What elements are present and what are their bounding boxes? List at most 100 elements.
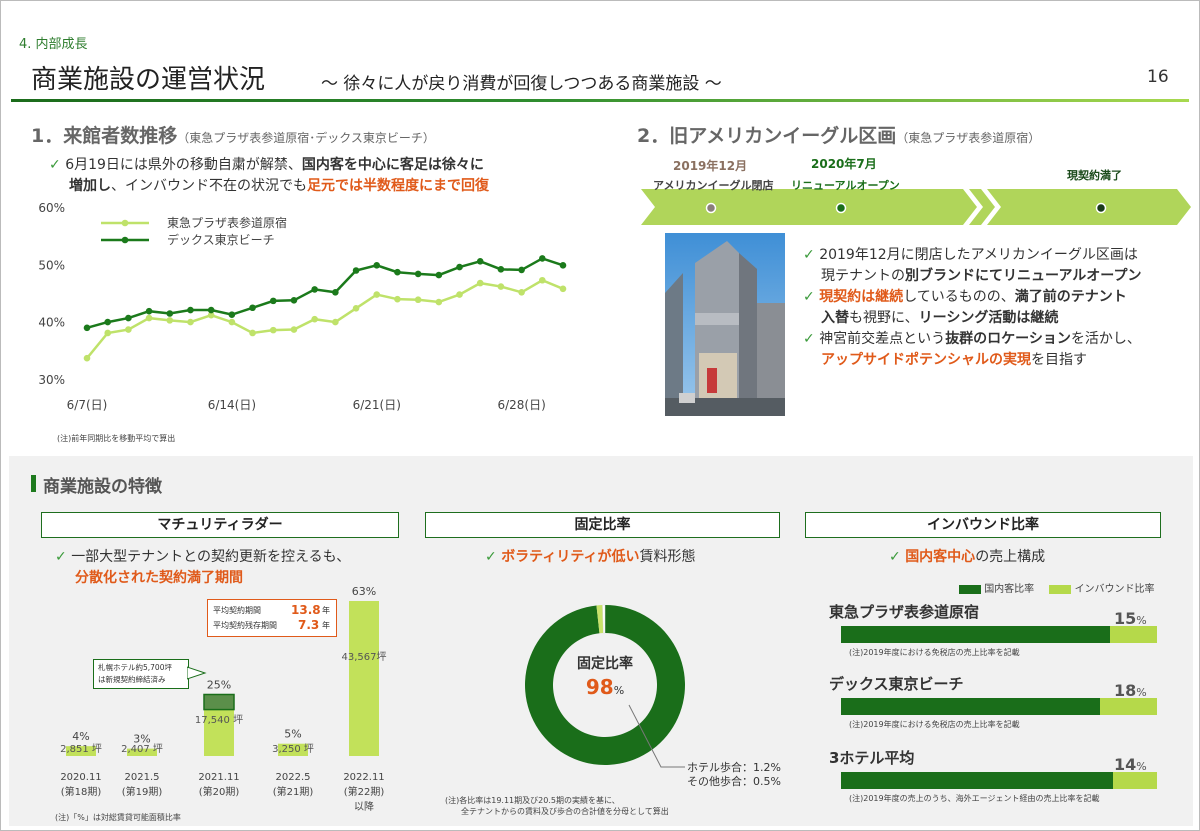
timeline-dot-closed — [705, 202, 717, 214]
category-label: 以降 — [354, 800, 374, 813]
data-point — [290, 297, 298, 304]
data-point — [518, 266, 525, 274]
check-icon: ✓ — [803, 331, 815, 347]
section-label: 4. 内部成長 — [19, 37, 88, 52]
page-number: 16 — [1147, 67, 1169, 87]
category-label: (第18期) — [61, 785, 102, 798]
eagle-title-sub: （東急プラザ表参道原宿） — [896, 131, 1041, 145]
visitors-title-sub: （東急プラザ表参道原宿･デックス東京ビーチ） — [177, 131, 435, 145]
check-icon: ✓ — [485, 549, 497, 565]
x-tick-label: 6/28(日) — [497, 398, 545, 412]
data-point — [228, 318, 236, 326]
visitors-note: (注)前年同期比を移動平均で算出 — [57, 434, 176, 443]
value-label: 43,567坪 — [342, 650, 387, 663]
category-label: (第22期) — [344, 785, 385, 798]
data-point — [332, 288, 339, 296]
timeline-arrow-1 — [641, 189, 977, 225]
inbound-bullet: ✓ 国内客中心の売上構成 — [889, 549, 1046, 565]
data-point — [290, 326, 298, 333]
data-point — [166, 310, 174, 317]
legend-label: 東急プラザ表参道原宿 — [167, 215, 287, 230]
data-point — [456, 291, 463, 298]
visitors-title: 1．来館者数推移 — [31, 125, 178, 147]
timeline-arrow-3 — [987, 189, 1191, 225]
fixed-bullet: ✓ ボラティリティが低い賃料形態 — [485, 549, 696, 565]
visitors-line-chart: 60% 50% 40% 30%6/7(日) 6/14(日) 6/21(日) 6/28(日) 東… — [38, 201, 567, 412]
legend-label: デックス東京ビーチ — [167, 232, 275, 247]
features-marker — [31, 475, 36, 492]
series-line — [86, 257, 564, 330]
eagle-bullets: ✓ 2019年12月に閉店したアメリカンイーグル区画は 現テナントの別ブランドに… — [803, 247, 1142, 368]
data-point — [269, 297, 277, 305]
percent-label: 63% — [352, 585, 376, 598]
legend-domestic-swatch — [959, 584, 981, 594]
data-point — [456, 263, 463, 271]
data-point — [104, 329, 111, 337]
legend-marker — [121, 219, 129, 227]
percent-label: 4% — [72, 730, 89, 743]
value-label: 2,407 坪 — [121, 742, 163, 755]
visitors-bullet: ✓ 6月19日には県外の移動自粛が解禁、国内客を中心に客足は徐々に 増加し、イン… — [49, 157, 489, 194]
x-tick-label: 6/14(日) — [208, 398, 256, 412]
data-point — [435, 298, 443, 306]
data-point — [497, 283, 505, 290]
header-rule — [11, 99, 1189, 102]
data-point — [476, 258, 484, 265]
check-icon: ✓ — [55, 549, 67, 565]
value-label: 17,540 坪 — [195, 713, 243, 726]
maturity-bar-hotel — [203, 693, 235, 711]
donut-leader-line — [628, 704, 685, 768]
category-label: (第21期) — [273, 785, 314, 798]
check-icon: ✓ — [803, 289, 815, 305]
tl2-label: リニューアルオープン — [791, 179, 900, 192]
inbound-bar-domestic — [841, 772, 1113, 789]
data-point — [332, 318, 339, 326]
data-point — [414, 270, 422, 278]
inbound-bar-inbound — [1100, 698, 1157, 715]
timeline-arrows — [641, 189, 1191, 225]
maturity-header: マチュリティラダー — [41, 512, 399, 538]
data-point — [145, 314, 153, 322]
category-label: 2022.11 — [343, 772, 384, 783]
timeline-dot-renewal — [835, 202, 847, 214]
inbound-legend: 国内客比率 インバウンド比率 — [959, 580, 1155, 595]
data-point — [228, 311, 236, 318]
data-point — [518, 288, 525, 296]
data-point — [435, 271, 443, 279]
features-title: 商業施設の特徴 — [43, 477, 162, 497]
maturity-bar-chart: 4%2,851 坪2020.11(第18期)3%2,407 坪2021.5(第1… — [60, 585, 387, 813]
y-tick-label: 50% — [38, 258, 65, 272]
category-label: 2021.5 — [125, 772, 160, 783]
data-point — [145, 307, 153, 315]
eagle-heading: 2．旧アメリカンイーグル区画（東急プラザ表参道原宿） — [637, 121, 1040, 148]
data-point — [104, 318, 111, 326]
data-point — [187, 306, 194, 314]
check-icon: ✓ — [803, 247, 815, 263]
inbound-bar-inbound — [1109, 626, 1157, 643]
eagle-title: 2．旧アメリカンイーグル区画 — [637, 125, 897, 147]
inbound-row-note: (注)2019年度における免税店の売上比率を記載 — [849, 720, 1020, 729]
timeline-dot-expiry — [1095, 202, 1107, 214]
y-tick-label: 60% — [38, 201, 65, 215]
data-point — [559, 285, 567, 293]
page-title: 商業施設の運営状況 — [31, 65, 266, 95]
data-point — [539, 276, 546, 284]
percent-label: 5% — [284, 728, 301, 741]
data-point — [352, 267, 360, 274]
donut-center-label: 固定比率 — [577, 656, 633, 672]
category-label: (第20期) — [199, 785, 240, 798]
data-point — [476, 279, 484, 287]
percent-label: 25% — [207, 678, 231, 691]
inbound-row-name: 東急プラザ表参道原宿 — [829, 603, 980, 621]
data-point — [373, 262, 381, 269]
data-point — [83, 354, 91, 362]
legend-inbound-swatch — [1049, 584, 1072, 594]
data-point — [269, 326, 277, 334]
donut-center-value: 98% — [585, 675, 625, 699]
data-point — [539, 255, 546, 262]
category-label: 2022.5 — [276, 772, 311, 783]
data-point — [394, 295, 401, 303]
data-point — [249, 329, 256, 337]
tl1-label: アメリカンイーグル閉店 — [653, 179, 774, 192]
data-point — [187, 318, 194, 326]
